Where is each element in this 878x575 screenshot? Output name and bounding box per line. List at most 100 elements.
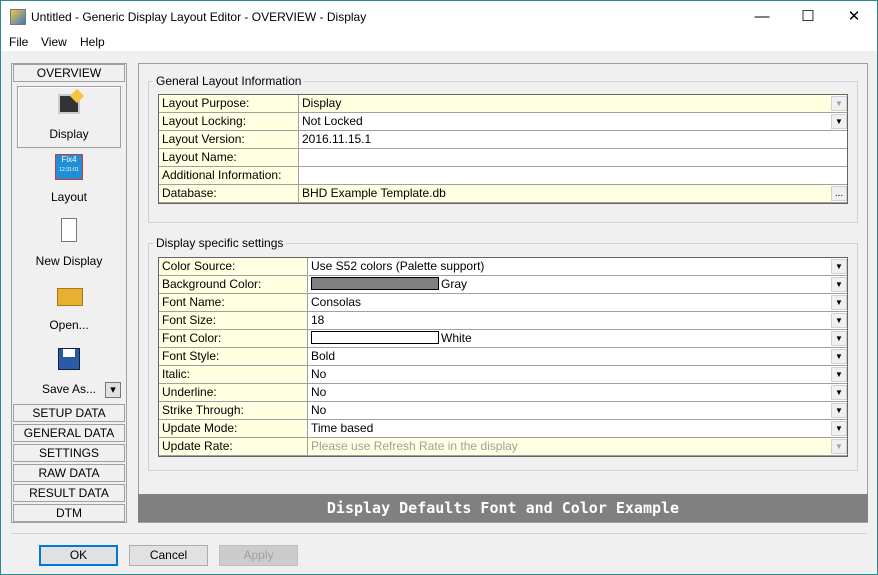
property-row: Font Style: Bold ▼ (159, 348, 847, 366)
property-value[interactable]: Not Locked ▼ (299, 113, 847, 130)
minimize-button[interactable]: — (739, 1, 785, 33)
property-row: Background Color: Gray ▼ (159, 276, 847, 294)
apply-button[interactable]: Apply (219, 545, 298, 566)
property-row: Italic: No ▼ (159, 366, 847, 384)
general-group-title: General Layout Information (153, 74, 305, 88)
chevron-down-icon[interactable]: ▼ (831, 313, 847, 328)
property-row: Strike Through: No ▼ (159, 402, 847, 420)
chevron-down-icon[interactable]: ▼ (831, 295, 847, 310)
nav-section-dtm[interactable]: DTM (13, 504, 125, 522)
nav-item-layout[interactable]: Fix4 12:31:01 Layout (17, 150, 121, 212)
nav-label: Display (49, 127, 89, 141)
close-button[interactable]: ✕ (831, 1, 877, 33)
menu-help[interactable]: Help (80, 35, 105, 49)
save-as-dropdown-button[interactable]: ▾ (105, 382, 121, 398)
property-label: Italic: (159, 366, 308, 383)
property-value[interactable]: Use S52 colors (Palette support) ▼ (308, 258, 847, 275)
property-value[interactable]: Gray ▼ (308, 276, 847, 293)
property-row: Font Size: 18 ▼ (159, 312, 847, 330)
property-value-text: No (311, 385, 327, 399)
chevron-down-icon[interactable]: ▼ (831, 114, 847, 129)
property-row: Layout Version: 2016.11.15.1 (159, 131, 847, 149)
property-label: Strike Through: (159, 402, 308, 419)
display-properties-grid: Color Source: Use S52 colors (Palette sup… (158, 257, 848, 457)
color-swatch (311, 277, 439, 290)
property-value[interactable]: No ▼ (308, 384, 847, 401)
property-value-text: Please use Refresh Rate in the display (311, 439, 518, 453)
title-bar: Untitled - Generic Display Layout Editor… (1, 1, 877, 33)
property-label: Layout Version: (159, 131, 299, 148)
property-value-text: Bold (311, 349, 336, 363)
nav-label: Layout (50, 190, 88, 204)
property-value-text: Not Locked (302, 114, 363, 128)
chevron-down-icon[interactable]: ▼ (831, 385, 847, 400)
nav-section-settings[interactable]: SETTINGS (13, 444, 125, 462)
chevron-down-icon[interactable]: ▼ (831, 421, 847, 436)
property-value[interactable]: Time based ▼ (308, 420, 847, 437)
property-row: Database: BHD Example Template.db... (159, 185, 847, 203)
property-value[interactable]: No ▼ (308, 402, 847, 419)
property-value-text: White (441, 331, 472, 345)
chevron-down-icon[interactable]: ▼ (831, 367, 847, 382)
property-label: Layout Name: (159, 149, 299, 166)
property-row: Font Color: White ▼ (159, 330, 847, 348)
nav-item-display[interactable]: Display (17, 86, 121, 148)
chevron-down-icon[interactable]: ▼ (831, 259, 847, 274)
property-row: Update Mode: Time based ▼ (159, 420, 847, 438)
property-value[interactable]: No ▼ (308, 366, 847, 383)
property-value[interactable]: Display ▼ (299, 95, 847, 112)
chevron-down-icon[interactable]: ▼ (831, 349, 847, 364)
chevron-down-icon[interactable]: ▼ (831, 96, 847, 111)
property-label: Background Color: (159, 276, 308, 293)
chevron-down-icon[interactable]: ▼ (831, 277, 847, 292)
divider (11, 533, 867, 534)
property-value[interactable]: 2016.11.15.1 (299, 131, 847, 148)
property-value-text: Time based (311, 421, 374, 435)
property-label: Font Size: (159, 312, 308, 329)
property-value-text: Gray (441, 277, 468, 291)
property-value[interactable]: White ▼ (308, 330, 847, 347)
property-row: Color Source: Use S52 colors (Palette sup… (159, 258, 847, 276)
general-properties-grid: Layout Purpose: Display ▼ Layout Locking: No… (158, 94, 848, 204)
nav-section-setup-data[interactable]: SETUP DATA (13, 404, 125, 422)
property-label: Update Rate: (159, 438, 308, 455)
browse-button[interactable]: ... (831, 186, 847, 201)
cancel-button[interactable]: Cancel (129, 545, 208, 566)
property-value[interactable]: Please use Refresh Rate in the display ▼ (308, 438, 847, 455)
property-value[interactable]: Consolas ▼ (308, 294, 847, 311)
property-row: Underline: No ▼ (159, 384, 847, 402)
property-value[interactable] (299, 167, 847, 184)
nav-section-raw-data[interactable]: RAW DATA (13, 464, 125, 482)
property-value-text: Use S52 colors (Palette support) (311, 259, 485, 273)
display-group-title: Display specific settings (153, 236, 287, 250)
property-value-text: 18 (311, 313, 325, 327)
property-value-text: Consolas (311, 295, 362, 309)
property-value-text: 2016.11.15.1 (302, 132, 372, 146)
nav-item-new-display[interactable]: New Display (17, 214, 121, 276)
maximize-button[interactable]: ☐ (785, 1, 831, 33)
nav-section-result-data[interactable]: RESULT DATA (13, 484, 125, 502)
ok-button[interactable]: OK (39, 545, 118, 566)
property-row: Update Rate: Please use Refresh Rate in t… (159, 438, 847, 456)
menu-view[interactable]: View (41, 35, 67, 49)
nav-section-general-data[interactable]: GENERAL DATA (13, 424, 125, 442)
nav-header-overview[interactable]: OVERVIEW (13, 64, 125, 82)
property-value[interactable]: BHD Example Template.db... (299, 185, 847, 202)
nav-label: Open... (49, 318, 89, 332)
property-row: Font Name: Consolas ▼ (159, 294, 847, 312)
property-label: Update Mode: (159, 420, 308, 437)
property-label: Additional Information: (159, 167, 299, 184)
property-value[interactable]: Bold ▼ (308, 348, 847, 365)
color-swatch (311, 331, 439, 344)
property-value[interactable]: 18 ▼ (308, 312, 847, 329)
property-value[interactable] (299, 149, 847, 166)
nav-item-open[interactable]: Open... (17, 278, 121, 340)
menu-file[interactable]: File (9, 35, 28, 49)
property-label: Layout Purpose: (159, 95, 299, 112)
chevron-down-icon[interactable]: ▼ (831, 439, 847, 454)
chevron-down-icon[interactable]: ▼ (831, 403, 847, 418)
property-label: Font Color: (159, 330, 308, 347)
chevron-down-icon[interactable]: ▼ (831, 331, 847, 346)
property-label: Font Style: (159, 348, 308, 365)
property-label: Underline: (159, 384, 308, 401)
